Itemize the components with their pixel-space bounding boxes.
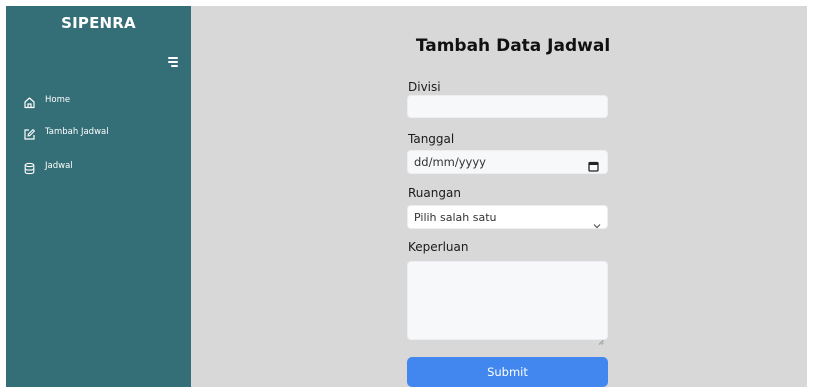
sidebar-item-label: Jadwal bbox=[45, 161, 73, 171]
tanggal-placeholder: dd/mm/yyyy bbox=[414, 155, 486, 169]
divisi-label: Divisi bbox=[408, 80, 441, 94]
sidebar-item-tambah-jadwal[interactable]: Tambah Jadwal bbox=[23, 124, 109, 140]
tanggal-label: Tanggal bbox=[408, 132, 455, 146]
home-icon bbox=[23, 94, 36, 108]
sidebar-item-label: Tambah Jadwal bbox=[45, 127, 109, 137]
chevron-down-icon bbox=[593, 214, 601, 229]
divisi-input[interactable] bbox=[407, 95, 608, 118]
sidebar-item-jadwal[interactable]: Jadwal bbox=[23, 158, 73, 174]
page-title: Tambah Data Jadwal bbox=[415, 36, 611, 56]
keperluan-label: Keperluan bbox=[408, 240, 469, 254]
sidebar: SIPENRA Home Tambah Jadwal Jadwal bbox=[6, 6, 191, 387]
brand-title: SIPENRA bbox=[61, 14, 136, 32]
ruangan-select[interactable]: Pilih salah satu bbox=[407, 205, 608, 229]
sidebar-item-label: Home bbox=[45, 95, 71, 105]
tanggal-date-input[interactable]: dd/mm/yyyy bbox=[407, 150, 608, 174]
ruangan-selected-value: Pilih salah satu bbox=[414, 210, 497, 224]
app-frame: SIPENRA Home Tambah Jadwal Jadwal Tambah… bbox=[6, 6, 807, 387]
sidebar-item-home[interactable]: Home bbox=[23, 92, 70, 108]
submit-label: Submit bbox=[487, 365, 528, 379]
submit-button[interactable]: Submit bbox=[407, 357, 608, 387]
calendar-icon[interactable] bbox=[588, 157, 599, 172]
edit-icon bbox=[23, 126, 36, 140]
ruangan-label: Ruangan bbox=[408, 186, 461, 200]
resize-handle-icon[interactable] bbox=[598, 330, 604, 345]
keperluan-textarea[interactable] bbox=[407, 261, 608, 345]
menu-toggle-icon[interactable] bbox=[165, 54, 181, 68]
database-icon bbox=[23, 160, 36, 174]
